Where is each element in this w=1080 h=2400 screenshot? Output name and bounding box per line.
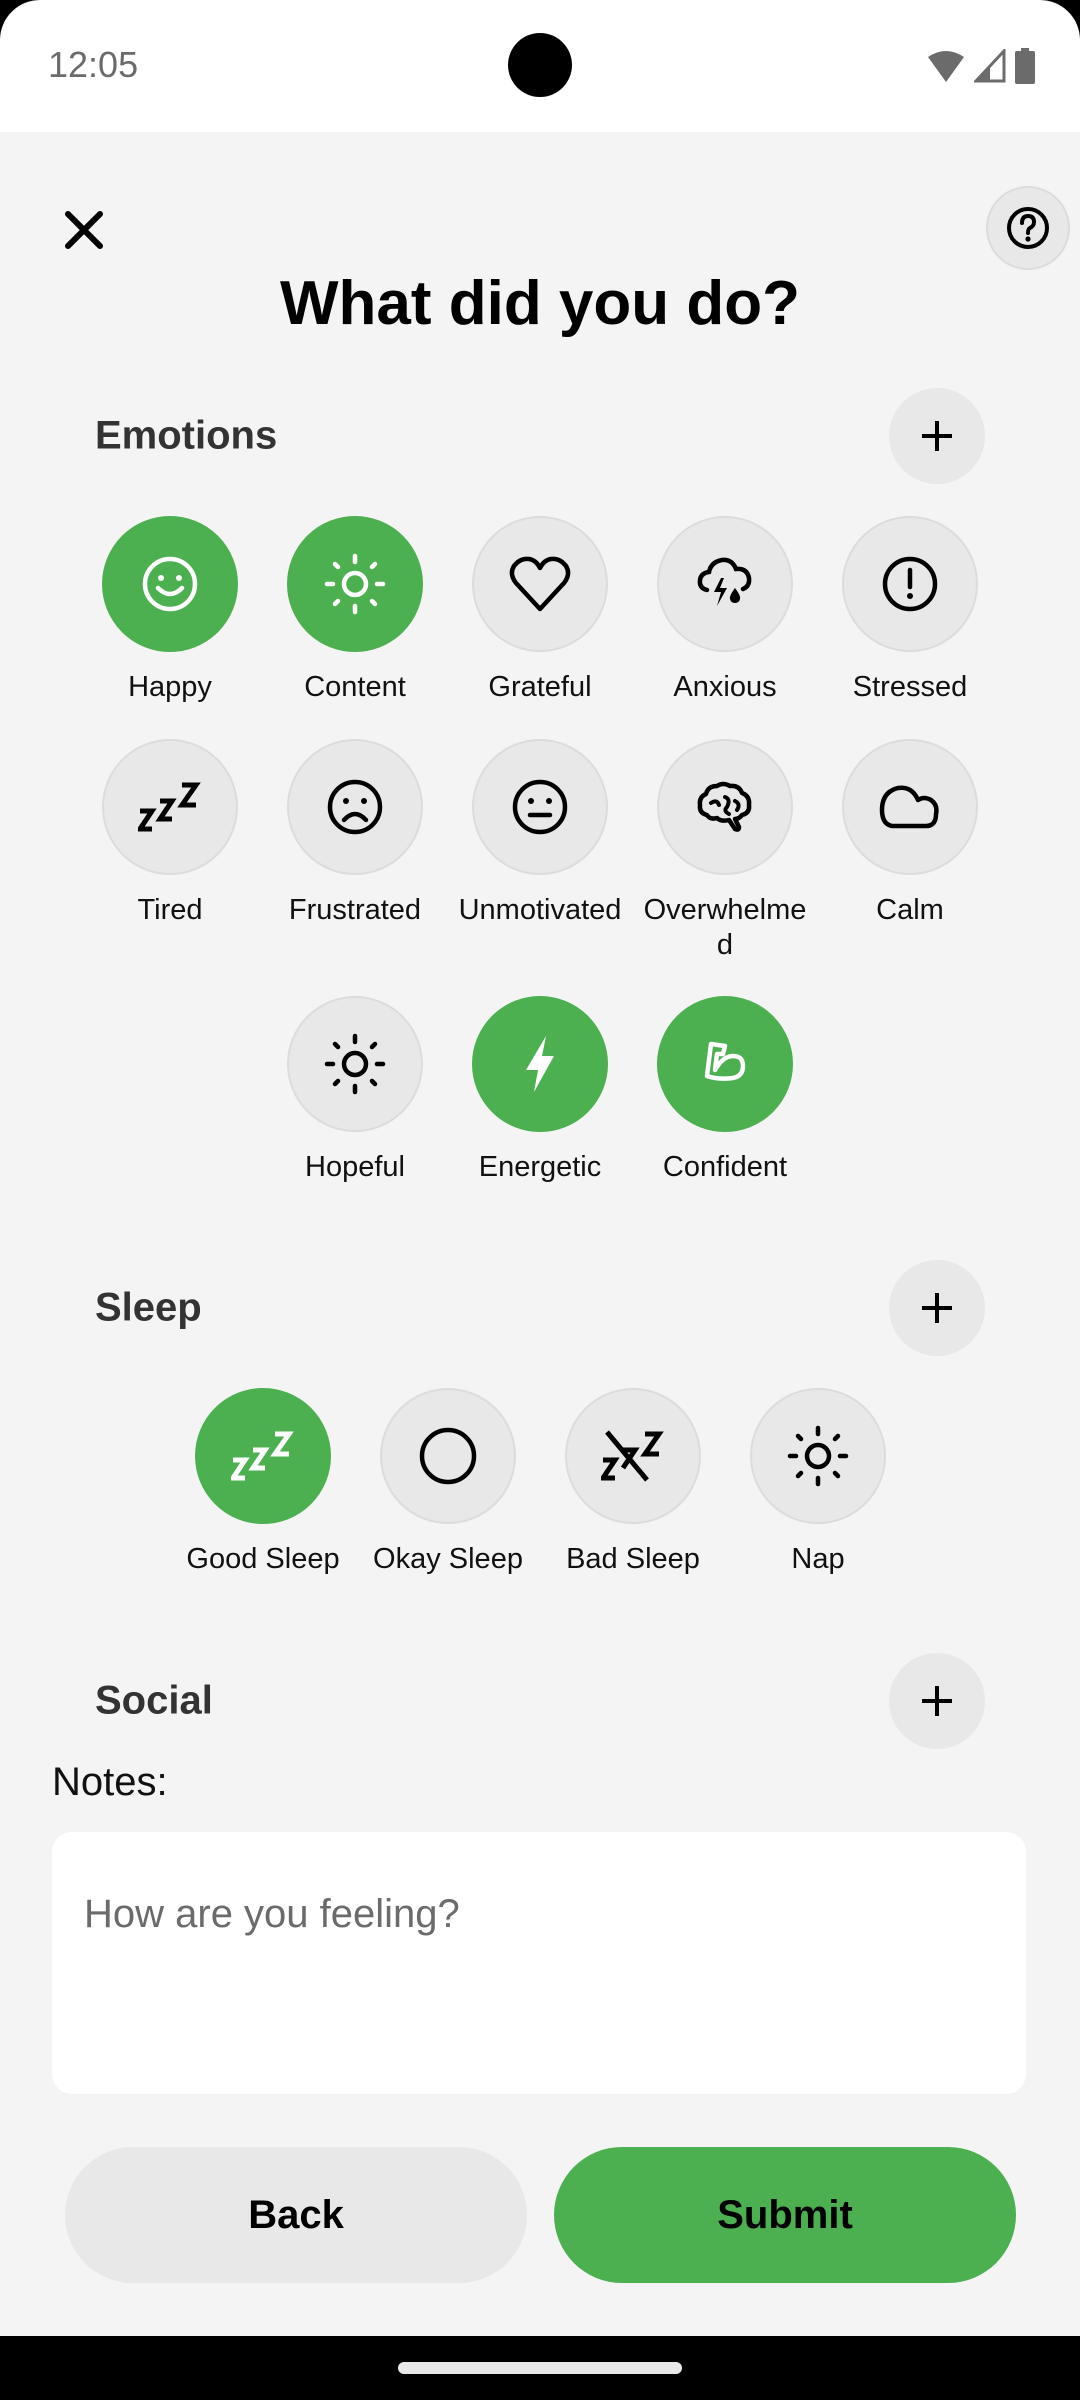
chip-button[interactable] xyxy=(842,739,978,875)
notes-label: Notes: xyxy=(52,1760,168,1804)
add-sleep-button[interactable] xyxy=(889,1260,985,1356)
chip-label: Happy xyxy=(128,671,212,703)
section-title-emotions: Emotions xyxy=(95,413,278,458)
add-emotion-button[interactable] xyxy=(889,388,985,484)
chip-label: Hopeful xyxy=(305,1151,405,1183)
emotion-chip-stressed[interactable]: Stressed xyxy=(840,516,980,705)
cloud-icon xyxy=(878,782,942,832)
emotion-chip-tired[interactable]: Tired xyxy=(100,739,240,928)
emotion-chip-confident[interactable]: Confident xyxy=(655,996,795,1185)
section-title-social: Social xyxy=(95,1678,213,1723)
sleep-chip-good-sleep[interactable]: Good Sleep xyxy=(186,1388,340,1577)
status-time: 12:05 xyxy=(48,44,139,85)
camera-cutout xyxy=(508,33,572,97)
emotion-chip-calm[interactable]: Calm xyxy=(840,739,980,928)
lightning-icon xyxy=(520,1034,560,1094)
chip-button[interactable] xyxy=(565,1388,701,1524)
emotion-chip-overwhelmed[interactable]: Overwhelmed xyxy=(644,739,806,963)
submit-button[interactable]: Submit xyxy=(554,2147,1016,2283)
chip-button[interactable] xyxy=(657,516,793,652)
chip-button[interactable] xyxy=(657,739,793,875)
chip-button[interactable] xyxy=(195,1388,331,1524)
emotion-chip-happy[interactable]: Happy xyxy=(100,516,240,705)
chip-button[interactable] xyxy=(102,739,238,875)
plus-icon xyxy=(917,1288,957,1328)
sleep-chip-bad-sleep[interactable]: Bad Sleep xyxy=(563,1388,703,1577)
chip-label: Calm xyxy=(876,894,944,926)
zzz-off-icon xyxy=(601,1430,665,1482)
chip-label: Frustrated xyxy=(288,894,422,926)
flexed-arm-icon xyxy=(695,1034,755,1094)
emotion-chip-anxious[interactable]: Anxious xyxy=(655,516,795,705)
chip-label: Okay Sleep xyxy=(373,1543,523,1575)
signal-icon xyxy=(974,49,1006,83)
social-section-header: Social xyxy=(95,1653,985,1749)
help-button[interactable] xyxy=(986,186,1070,270)
close-icon xyxy=(56,202,112,258)
chip-button[interactable] xyxy=(287,516,423,652)
emotion-chip-content[interactable]: Content xyxy=(285,516,425,705)
sun-icon xyxy=(323,1032,387,1096)
frown-icon xyxy=(325,777,385,837)
emotion-chip-frustrated[interactable]: Frustrated xyxy=(285,739,425,928)
sun-icon xyxy=(323,552,387,616)
sleep-section-header: Sleep xyxy=(95,1260,985,1356)
plus-icon xyxy=(917,416,957,456)
chip-label: Bad Sleep xyxy=(566,1543,700,1575)
emotion-chip-hopeful[interactable]: Hopeful xyxy=(285,996,425,1185)
navigation-bar xyxy=(0,2336,1080,2400)
emotions-section-header: Emotions xyxy=(95,388,985,484)
chip-label: Confident xyxy=(662,1151,788,1183)
chip-label: Tired xyxy=(137,894,203,926)
plus-icon xyxy=(917,1681,957,1721)
sleep-chip-nap[interactable]: Nap xyxy=(748,1388,888,1577)
chip-label: Energetic xyxy=(478,1151,602,1183)
battery-icon xyxy=(1014,48,1036,84)
chip-label: Grateful xyxy=(488,671,592,703)
circle-icon xyxy=(418,1426,478,1486)
section-title-sleep: Sleep xyxy=(95,1285,202,1330)
chip-button[interactable] xyxy=(287,996,423,1132)
add-social-button[interactable] xyxy=(889,1653,985,1749)
chip-button[interactable] xyxy=(380,1388,516,1524)
close-button[interactable] xyxy=(56,202,112,258)
smile-icon xyxy=(140,554,200,614)
chip-button[interactable] xyxy=(472,516,608,652)
status-bar: 12:05 xyxy=(0,0,1080,132)
storm-cloud-icon xyxy=(695,554,755,614)
chip-button[interactable] xyxy=(472,739,608,875)
sun-icon xyxy=(786,1424,850,1488)
page-title: What did you do? xyxy=(279,269,800,338)
emotion-chip-energetic[interactable]: Energetic xyxy=(470,996,610,1185)
zzz-icon xyxy=(231,1430,295,1482)
chip-button[interactable] xyxy=(750,1388,886,1524)
chip-button[interactable] xyxy=(102,516,238,652)
sleep-chip-okay-sleep[interactable]: Okay Sleep xyxy=(373,1388,523,1577)
status-icons xyxy=(926,48,1036,84)
home-gesture-handle[interactable] xyxy=(398,2362,682,2374)
emotion-chip-grateful[interactable]: Grateful xyxy=(470,516,610,705)
chip-label: Overwhelmed xyxy=(643,894,807,961)
chip-label: Good Sleep xyxy=(186,1543,340,1575)
chip-label: Stressed xyxy=(852,671,968,703)
chip-button[interactable] xyxy=(842,516,978,652)
zzz-icon xyxy=(138,781,202,833)
chip-button[interactable] xyxy=(287,739,423,875)
log-activity-screen: What did you do? Emotions Happy Content xyxy=(0,132,1080,2336)
emotion-chip-unmotivated[interactable]: Unmotivated xyxy=(459,739,621,928)
alert-circle-icon xyxy=(880,554,940,614)
chip-label: Nap xyxy=(791,1543,845,1575)
chip-label: Unmotivated xyxy=(458,894,622,926)
notes-input[interactable] xyxy=(52,1832,1026,2094)
chip-label: Anxious xyxy=(673,671,777,703)
brain-icon xyxy=(695,777,755,837)
chip-label: Content xyxy=(304,671,406,703)
wifi-icon xyxy=(926,49,966,83)
help-circle-icon xyxy=(1004,204,1052,252)
chip-button[interactable] xyxy=(657,996,793,1132)
neutral-face-icon xyxy=(510,777,570,837)
heart-icon xyxy=(509,555,571,613)
chip-button[interactable] xyxy=(472,996,608,1132)
back-button[interactable]: Back xyxy=(65,2147,527,2283)
